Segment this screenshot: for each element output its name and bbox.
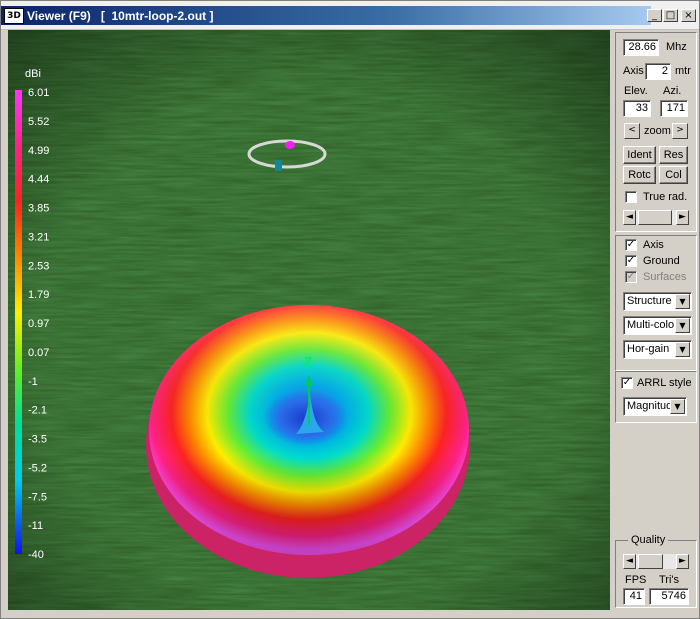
col-button[interactable]: Col (659, 166, 688, 184)
legend-value-label: -7.5 (28, 491, 47, 503)
display-group: ✓ Axis ✓ Ground ✓ Surfaces Structure ▼ M… (615, 235, 697, 371)
window-title-name: Viewer (F9) (27, 9, 91, 23)
legend-value-label: 4.44 (28, 174, 49, 186)
chevron-down-icon[interactable]: ▼ (675, 318, 690, 333)
quality-right-button[interactable]: ► (676, 554, 689, 569)
ground-checkbox[interactable]: ✓ (625, 255, 637, 267)
title-bar[interactable]: 3D Viewer (F9) [ 10mtr-loop-2.out ] _ □ … (1, 1, 699, 30)
close-button[interactable]: × (681, 9, 696, 22)
chevron-down-icon[interactable]: ▼ (675, 294, 690, 309)
rotc-button[interactable]: Rotc (623, 166, 656, 184)
zoom-in-button[interactable]: > (672, 123, 688, 139)
legend-value-label: -5.2 (28, 462, 47, 474)
azimuth-field[interactable]: 171 (660, 100, 688, 117)
color-mode-select-value: Multi-colo (627, 319, 675, 331)
quality-group: Quality ◄ ► FPS Tri's 41 5746 (615, 534, 697, 608)
frequency-unit: Mhz (666, 41, 687, 53)
fps-label: FPS (625, 574, 647, 586)
surfaces-checkbox-label: Surfaces (643, 271, 687, 283)
app-icon: 3D (4, 8, 24, 24)
quality-slider[interactable]: ◄ ► (623, 554, 689, 569)
window-title-file: [ 10mtr-loop-2.out ] (100, 9, 214, 23)
axis-checkbox-label: Axis (643, 239, 664, 251)
magnitude-select[interactable]: Magnitude ▼ (623, 397, 687, 416)
axis-checkbox[interactable]: ✓ (625, 239, 637, 251)
ground-checkbox-label: Ground (643, 255, 680, 267)
structure-select-value: Structure (627, 295, 672, 307)
fps-value: 41 (623, 588, 645, 605)
3d-scene: dBi 6.01 5.52 4.99 4.44 3.85 3.21 2.53 1.79 0.97… (8, 30, 610, 610)
legend-value-label: -40 (28, 549, 44, 561)
tris-value: 5746 (649, 588, 689, 605)
legend-value-label: 3.85 (28, 203, 49, 215)
magnitude-select-value: Magnitude (627, 400, 671, 412)
legend-unit: dBi (25, 68, 41, 80)
arrl-style-checkbox[interactable]: ✓ (621, 377, 633, 389)
view-group: 28.66 Mhz Axis 2 mtr Elev. Azi. 33 171 <… (615, 32, 697, 232)
chevron-down-icon[interactable]: ▼ (670, 399, 685, 414)
legend-value-label: 2.53 (28, 260, 49, 272)
legend-value-label: 4.99 (28, 145, 49, 157)
legend-value-label: -3.5 (28, 434, 47, 446)
quality-left-button[interactable]: ◄ (623, 554, 636, 569)
legend-value-label: -2.1 (28, 405, 47, 417)
quality-label: Quality (628, 534, 669, 547)
antenna-source-marker (275, 160, 282, 171)
tris-label: Tri's (659, 574, 680, 586)
legend-value-label: 0.97 (28, 318, 49, 330)
structure-select[interactable]: Structure ▼ (623, 292, 692, 311)
frequency-field[interactable]: 28.66 (623, 39, 659, 56)
z-axis-label: Z (304, 354, 312, 369)
color-mode-select[interactable]: Multi-colo ▼ (623, 316, 692, 335)
surfaces-checkbox[interactable]: ✓ (625, 271, 637, 283)
radiation-pattern (146, 305, 470, 578)
scroll-left-button[interactable]: ◄ (623, 210, 636, 225)
arrl-group: ✓ ARRL style Magnitude ▼ (615, 371, 697, 423)
maximize-button[interactable]: □ (663, 9, 678, 22)
gain-mode-select-value: Hor-gain (627, 343, 670, 355)
true-rad-label: True rad. (643, 191, 688, 203)
true-rad-scrollbar[interactable]: ◄ ► (623, 210, 689, 225)
axis-size-unit: mtr (675, 65, 691, 77)
axis-size-field[interactable]: 2 (645, 63, 671, 80)
scroll-thumb[interactable] (638, 210, 672, 225)
chevron-down-icon[interactable]: ▼ (675, 342, 690, 357)
legend-value-label: 3.21 (28, 231, 49, 243)
legend-value-label: 5.52 (28, 116, 49, 128)
arrl-style-label: ARRL style (637, 377, 692, 389)
zoom-out-button[interactable]: < (624, 123, 640, 139)
axis-size-label: Axis (623, 65, 644, 77)
legend-value-label: 1.79 (28, 289, 49, 301)
azimuth-label: Azi. (663, 85, 682, 97)
minimize-button[interactable]: _ (647, 9, 662, 22)
res-button[interactable]: Res (659, 146, 688, 164)
zoom-label: zoom (644, 125, 671, 137)
quality-thumb[interactable] (638, 554, 663, 569)
legend-value-label: -11 (28, 520, 43, 532)
gain-mode-select[interactable]: Hor-gain ▼ (623, 340, 692, 359)
antenna-feed-marker (285, 141, 295, 149)
legend-value-label: 6.01 (28, 87, 49, 99)
legend-color-bar (15, 90, 22, 554)
true-rad-checkbox[interactable] (625, 191, 637, 203)
legend-value-label: -1 (28, 376, 38, 388)
legend-value-label: 0.07 (28, 347, 49, 359)
elevation-field[interactable]: 33 (623, 100, 651, 117)
scroll-right-button[interactable]: ► (676, 210, 689, 225)
control-panel: 28.66 Mhz Axis 2 mtr Elev. Azi. 33 171 <… (613, 30, 699, 614)
elevation-label: Elev. (624, 85, 648, 97)
3d-viewport[interactable]: dBi 6.01 5.52 4.99 4.44 3.85 3.21 2.53 1.79 0.97… (8, 30, 610, 610)
ident-button[interactable]: Ident (623, 146, 656, 164)
window-title: Viewer (F9) [ 10mtr-loop-2.out ] (27, 9, 214, 23)
viewer-window: 3D Viewer (F9) [ 10mtr-loop-2.out ] _ □ … (0, 0, 700, 619)
